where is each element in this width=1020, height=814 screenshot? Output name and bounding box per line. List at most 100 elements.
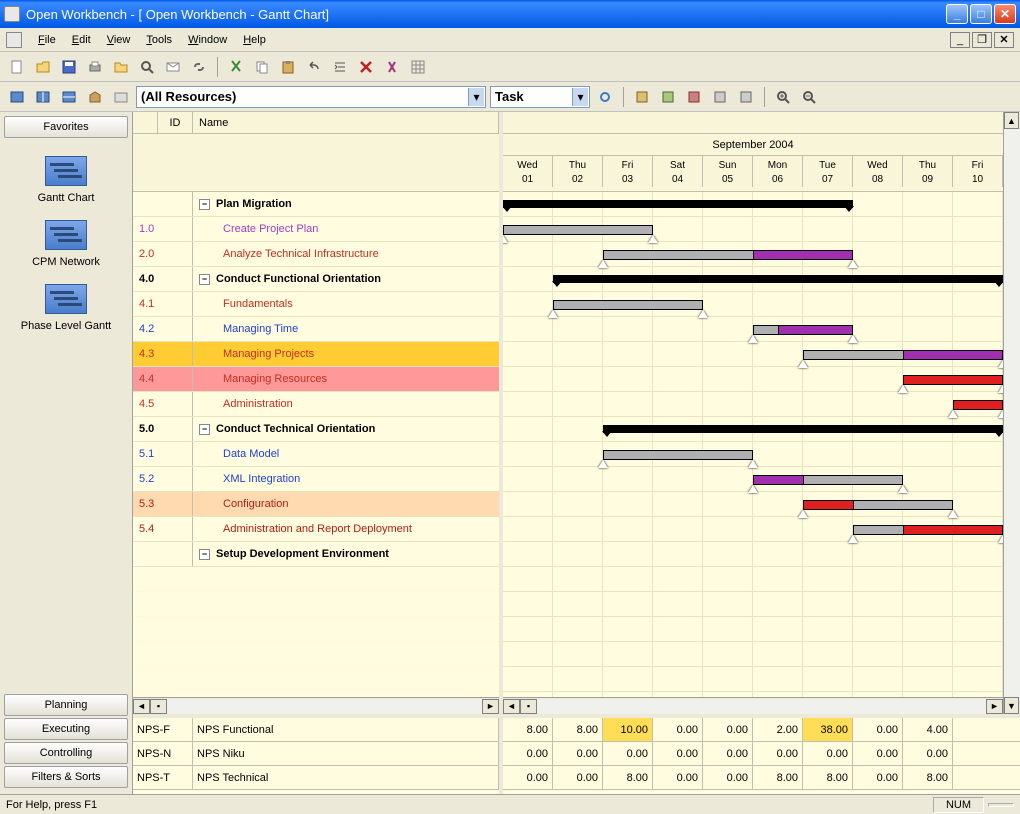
resource-value-cell[interactable]: 38.00 bbox=[803, 718, 853, 741]
resource-value-cell[interactable]: 8.00 bbox=[903, 766, 953, 789]
resource-value-cell[interactable]: 0.00 bbox=[853, 742, 903, 765]
mail-icon[interactable] bbox=[162, 56, 184, 78]
tool-a-icon[interactable] bbox=[631, 86, 653, 108]
resource-value-cell[interactable]: 0.00 bbox=[503, 742, 553, 765]
gantt-summary-bar[interactable] bbox=[603, 425, 1003, 433]
menu-help[interactable]: Help bbox=[235, 32, 274, 48]
sidebar-category-controlling[interactable]: Controlling bbox=[4, 742, 128, 764]
sidebar-category-executing[interactable]: Executing bbox=[4, 718, 128, 740]
resource-value-cell[interactable]: 0.00 bbox=[903, 742, 953, 765]
gantt-task-bar[interactable] bbox=[503, 225, 653, 235]
view-btn-5-icon[interactable] bbox=[110, 86, 132, 108]
collapse-toggle-icon[interactable]: − bbox=[199, 274, 210, 285]
resource-value-cell[interactable]: 0.00 bbox=[703, 742, 753, 765]
gantt-task-bar[interactable] bbox=[953, 400, 1003, 410]
gantt-vscroll[interactable]: ▲ ▼ bbox=[1003, 112, 1020, 714]
sidebar-view-gantt[interactable]: Gantt Chart bbox=[4, 148, 128, 212]
resource-value-cell[interactable]: 0.00 bbox=[853, 718, 903, 741]
minimize-button[interactable]: _ bbox=[946, 4, 968, 24]
resource-value-cell[interactable]: 0.00 bbox=[703, 718, 753, 741]
resource-value-cell[interactable]: 8.00 bbox=[553, 718, 603, 741]
folder-icon[interactable] bbox=[110, 56, 132, 78]
link-icon[interactable] bbox=[188, 56, 210, 78]
view-btn-4-icon[interactable] bbox=[84, 86, 106, 108]
scroll-left-icon[interactable]: ◄ bbox=[503, 699, 520, 714]
search-icon[interactable] bbox=[136, 56, 158, 78]
view-btn-2-icon[interactable] bbox=[32, 86, 54, 108]
copy-icon[interactable] bbox=[251, 56, 273, 78]
save-icon[interactable] bbox=[58, 56, 80, 78]
column-header-id[interactable]: ID bbox=[158, 112, 193, 134]
resource-row[interactable]: NPS-NNPS Niku bbox=[133, 742, 499, 766]
resource-value-cell[interactable]: 8.00 bbox=[753, 766, 803, 789]
resource-value-cell[interactable]: 0.00 bbox=[753, 742, 803, 765]
scroll-down-icon[interactable]: ▼ bbox=[1004, 697, 1019, 714]
resource-value-cell[interactable]: 0.00 bbox=[853, 766, 903, 789]
task-row[interactable]: 5.1Data Model bbox=[133, 442, 499, 467]
new-icon[interactable] bbox=[6, 56, 28, 78]
resource-value-cell[interactable]: 10.00 bbox=[603, 718, 653, 741]
collapse-toggle-icon[interactable]: − bbox=[199, 424, 210, 435]
zoom-in-icon[interactable] bbox=[772, 86, 794, 108]
sidebar-category-planning[interactable]: Planning bbox=[4, 694, 128, 716]
resource-value-cell[interactable]: 8.00 bbox=[603, 766, 653, 789]
maximize-button[interactable]: □ bbox=[970, 4, 992, 24]
task-row[interactable]: 4.4Managing Resources bbox=[133, 367, 499, 392]
menu-edit[interactable]: Edit bbox=[64, 32, 99, 48]
tool-c-icon[interactable] bbox=[683, 86, 705, 108]
menu-file[interactable]: File bbox=[30, 32, 64, 48]
resource-value-cell[interactable]: 8.00 bbox=[803, 766, 853, 789]
gantt-task-bar[interactable] bbox=[903, 375, 1003, 385]
resource-value-cell[interactable]: 0.00 bbox=[653, 766, 703, 789]
sidebar-category-filters[interactable]: Filters & Sorts bbox=[4, 766, 128, 788]
resource-value-cell[interactable]: 0.00 bbox=[553, 766, 603, 789]
cut-icon[interactable] bbox=[225, 56, 247, 78]
menu-view[interactable]: View bbox=[99, 32, 139, 48]
gantt-task-bar[interactable] bbox=[778, 325, 853, 335]
resource-row[interactable]: NPS-TNPS Technical bbox=[133, 766, 499, 790]
resource-row[interactable]: NPS-FNPS Functional bbox=[133, 718, 499, 742]
find-icon[interactable] bbox=[381, 56, 403, 78]
task-hscroll[interactable]: ◄ ▪ ► bbox=[133, 697, 499, 714]
task-row[interactable]: −Setup Development Environment bbox=[133, 542, 499, 567]
task-row[interactable]: 4.3Managing Projects bbox=[133, 342, 499, 367]
open-icon[interactable] bbox=[32, 56, 54, 78]
mdi-minimize-button[interactable]: _ bbox=[950, 32, 970, 48]
resource-value-cell[interactable]: 4.00 bbox=[903, 718, 953, 741]
resource-value-cell[interactable]: 0.00 bbox=[603, 742, 653, 765]
column-header-name[interactable]: Name bbox=[193, 112, 499, 134]
undo-icon[interactable] bbox=[303, 56, 325, 78]
gantt-body[interactable] bbox=[503, 192, 1003, 697]
gantt-task-bar[interactable] bbox=[803, 475, 903, 485]
close-button[interactable]: ✕ bbox=[994, 4, 1016, 24]
tool-e-icon[interactable] bbox=[735, 86, 757, 108]
task-row[interactable]: 4.2Managing Time bbox=[133, 317, 499, 342]
sidebar-view-phase-gantt[interactable]: Phase Level Gantt bbox=[4, 276, 128, 340]
resource-value-cell[interactable]: 0.00 bbox=[653, 742, 703, 765]
task-row[interactable]: 5.0−Conduct Technical Orientation bbox=[133, 417, 499, 442]
task-row[interactable]: 4.5Administration bbox=[133, 392, 499, 417]
gantt-task-bar[interactable] bbox=[553, 300, 703, 310]
task-row[interactable]: 4.1Fundamentals bbox=[133, 292, 499, 317]
gantt-task-bar[interactable] bbox=[903, 350, 1003, 360]
scroll-right-icon[interactable]: ► bbox=[482, 699, 499, 714]
gantt-task-bar[interactable] bbox=[903, 525, 1003, 535]
view-type-combo[interactable]: Task ▾ bbox=[490, 86, 590, 108]
task-row[interactable]: 2.0Analyze Technical Infrastructure bbox=[133, 242, 499, 267]
gantt-summary-bar[interactable] bbox=[503, 200, 853, 208]
paste-icon[interactable] bbox=[277, 56, 299, 78]
resource-value-cell[interactable]: 0.00 bbox=[703, 766, 753, 789]
indent-icon[interactable] bbox=[329, 56, 351, 78]
resource-value-cell[interactable]: 8.00 bbox=[503, 718, 553, 741]
collapse-toggle-icon[interactable]: − bbox=[199, 199, 210, 210]
scroll-stop-icon[interactable]: ▪ bbox=[520, 699, 537, 714]
view-btn-3-icon[interactable] bbox=[58, 86, 80, 108]
task-row[interactable]: 5.2XML Integration bbox=[133, 467, 499, 492]
collapse-toggle-icon[interactable]: − bbox=[199, 549, 210, 560]
refresh-icon[interactable] bbox=[594, 86, 616, 108]
task-row[interactable]: 5.3Configuration bbox=[133, 492, 499, 517]
zoom-out-icon[interactable] bbox=[798, 86, 820, 108]
gantt-task-bar[interactable] bbox=[853, 500, 953, 510]
task-row[interactable]: −Plan Migration bbox=[133, 192, 499, 217]
view-btn-1-icon[interactable] bbox=[6, 86, 28, 108]
